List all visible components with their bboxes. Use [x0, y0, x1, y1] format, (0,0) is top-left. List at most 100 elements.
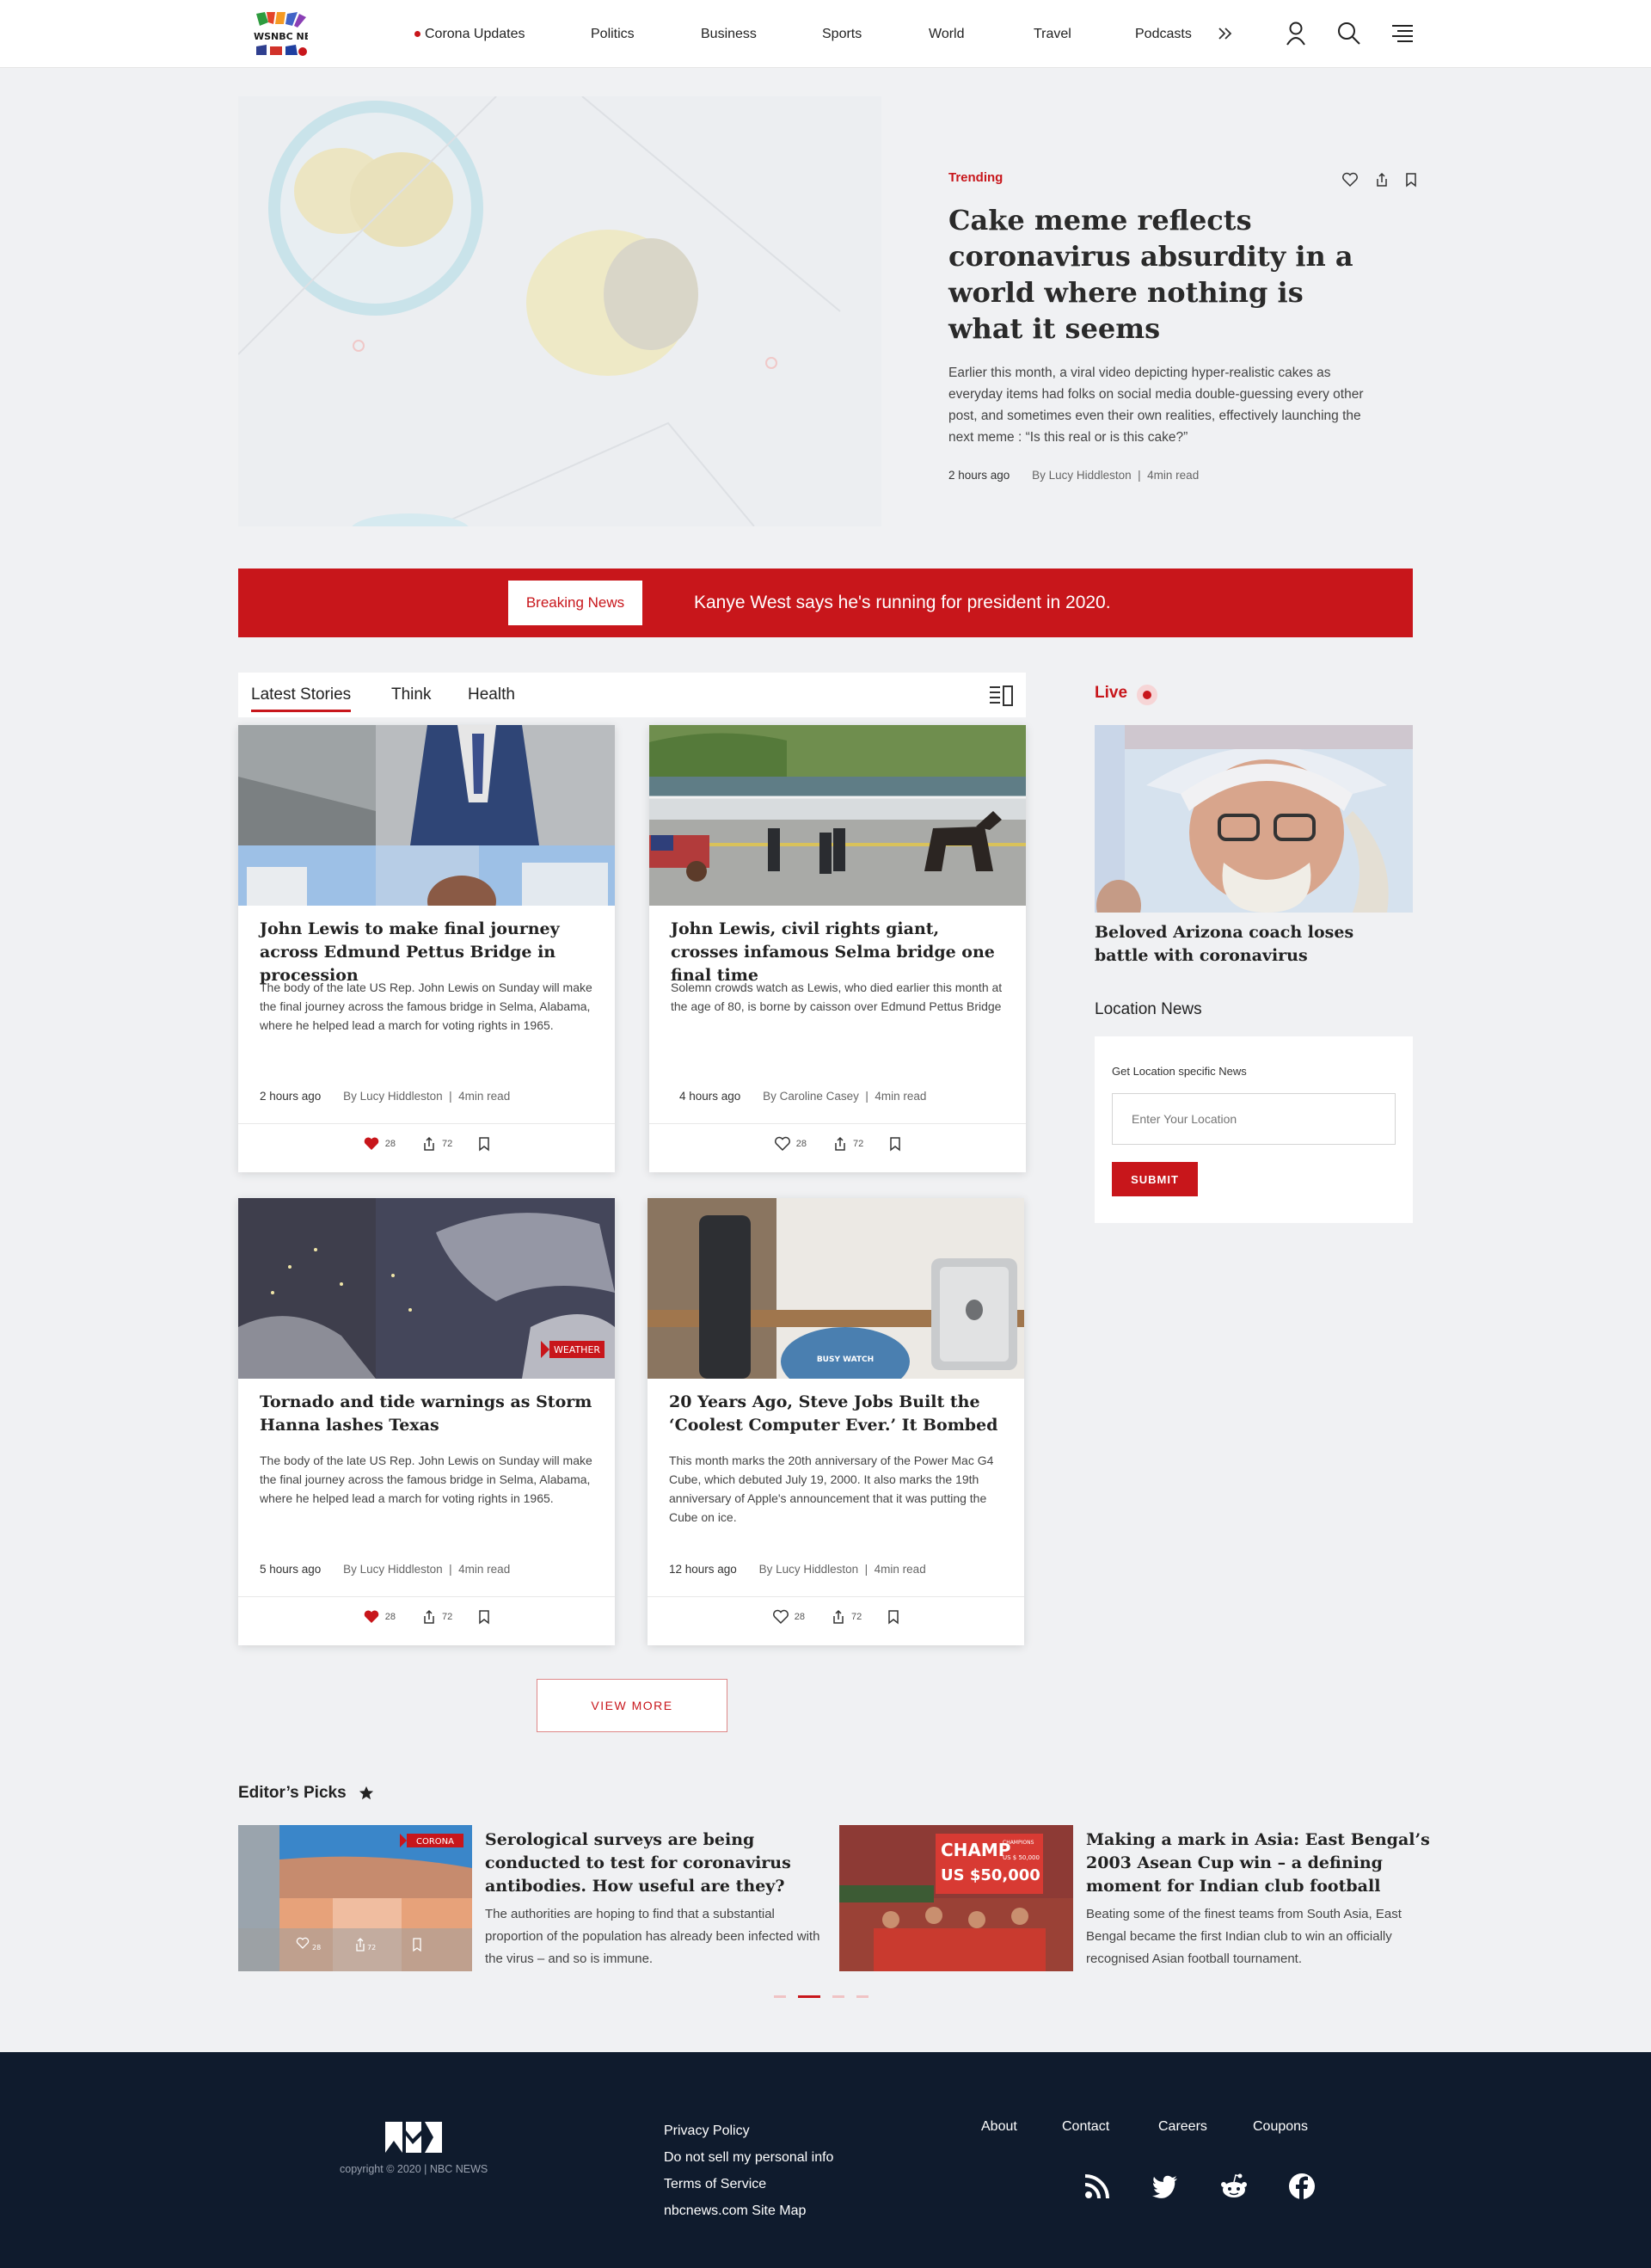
pick-description: The authorities are hoping to find that … — [485, 1907, 820, 1966]
pick-description: Beating some of the finest teams from So… — [1086, 1907, 1402, 1966]
footer-nav-careers[interactable]: Careers — [1158, 2119, 1207, 2135]
pagination-dot[interactable] — [832, 1995, 844, 1998]
banner-text-champ: CHAMP — [941, 1840, 1010, 1860]
bookmark-button[interactable] — [887, 1609, 899, 1625]
story-image[interactable] — [649, 725, 1026, 906]
nav-item-business[interactable]: Business — [701, 27, 757, 42]
pagination-dot-active[interactable] — [798, 1995, 820, 1998]
story-image[interactable]: WEATHER — [238, 1198, 615, 1379]
footer-link-site-map[interactable]: nbcnews.com Site Map — [664, 2197, 833, 2224]
footer-links: Privacy Policy Do not sell my personal i… — [664, 2117, 833, 2224]
like-count: 28 — [384, 1139, 396, 1149]
story-actions: 28 72 — [649, 1136, 1026, 1152]
tab-latest-stories[interactable]: Latest Stories — [251, 685, 352, 712]
live-story-title[interactable]: Beloved Arizona coach loses battle with … — [1095, 921, 1413, 968]
nav-item-politics[interactable]: Politics — [591, 27, 635, 42]
story-title[interactable]: Tornado and tide warnings as Storm Hanna… — [260, 1391, 597, 1437]
story-author[interactable]: By Caroline Casey — [763, 1090, 859, 1103]
share-button[interactable]: 72 — [832, 1136, 863, 1152]
nav-item-podcasts[interactable]: Podcasts — [1135, 27, 1192, 42]
story-card[interactable]: John Lewis to make final journey across … — [238, 725, 615, 1172]
meta-separator: | — [445, 1563, 459, 1576]
nav-item-travel[interactable]: Travel — [1034, 27, 1071, 42]
facebook-icon[interactable] — [1287, 2172, 1317, 2201]
story-card[interactable]: BUSY WATCH 20 Years Ago, Steve Jobs Buil… — [648, 1198, 1024, 1645]
rss-icon[interactable] — [1083, 2172, 1112, 2201]
pagination-dot[interactable] — [774, 1995, 786, 1998]
heart-icon[interactable] — [1341, 172, 1359, 192]
story-actions: 28 72 — [238, 1609, 615, 1625]
story-read-time: 4min read — [458, 1090, 511, 1103]
story-card[interactable]: John Lewis, civil rights giant, crosses … — [649, 725, 1026, 1172]
story-actions: 28 72 — [238, 1136, 615, 1152]
nav-item-corona-updates[interactable]: Corona Updates — [414, 27, 525, 42]
submit-button[interactable]: SUBMIT — [1112, 1162, 1198, 1196]
footer-nav-about[interactable]: About — [981, 2119, 1017, 2135]
bookmark-icon — [888, 1610, 899, 1625]
story-title[interactable]: John Lewis, civil rights giant, crosses … — [671, 918, 1008, 987]
tab-health[interactable]: Health — [468, 685, 515, 704]
bookmark-icon[interactable] — [1405, 172, 1417, 192]
pick-title[interactable]: Serological surveys are being conducted … — [485, 1829, 834, 1898]
footer-nav-contact[interactable]: Contact — [1062, 2119, 1109, 2135]
story-author[interactable]: By Lucy Hiddleston — [343, 1090, 443, 1103]
pagination-dot[interactable] — [856, 1995, 868, 1998]
user-icon[interactable] — [1281, 19, 1310, 48]
trending-tag[interactable]: Trending — [948, 170, 1380, 185]
heart-filled-icon — [364, 1137, 379, 1150]
search-icon[interactable] — [1335, 19, 1364, 48]
live-label[interactable]: Live — [1095, 684, 1127, 703]
like-button[interactable]: 28 — [772, 1609, 805, 1625]
hero-author[interactable]: By Lucy Hiddleston — [1032, 469, 1132, 482]
share-icon[interactable] — [1374, 172, 1390, 192]
bookmark-button[interactable] — [478, 1136, 490, 1152]
pick-image[interactable]: CHAMP US $50,000 US $ 50,000 CHAMPIONS — [839, 1825, 1073, 1971]
pick-image[interactable]: CORONA 28 72 — [238, 1825, 472, 1971]
tab-think[interactable]: Think — [391, 685, 431, 704]
reddit-icon[interactable] — [1219, 2172, 1249, 2201]
live-video-thumbnail[interactable] — [1095, 725, 1413, 913]
site-logo[interactable]: WSNBC NE — [253, 10, 310, 57]
story-description: The body of the late US Rep. John Lewis … — [260, 1454, 592, 1505]
like-button[interactable]: 28 — [363, 1136, 396, 1152]
footer-link-terms[interactable]: Terms of Service — [664, 2171, 833, 2197]
menu-icon[interactable] — [1388, 19, 1417, 48]
like-button[interactable]: 28 — [363, 1609, 396, 1625]
heart-icon — [774, 1136, 790, 1152]
story-image[interactable] — [238, 725, 615, 906]
share-button[interactable]: 72 — [421, 1609, 452, 1625]
story-title[interactable]: John Lewis to make final journey across … — [260, 918, 597, 987]
card-divider — [648, 1596, 1024, 1597]
bookmark-button[interactable] — [478, 1609, 490, 1625]
bookmark-button[interactable] — [889, 1136, 901, 1152]
story-author[interactable]: By Lucy Hiddleston — [759, 1563, 859, 1576]
hero-title[interactable]: Cake meme reflects coronavirus absurdity… — [948, 202, 1380, 347]
story-title[interactable]: 20 Years Ago, Steve Jobs Built the ‘Cool… — [669, 1391, 1006, 1437]
hero-image[interactable] — [238, 96, 881, 526]
twitter-icon[interactable] — [1151, 2172, 1180, 2201]
breaking-news-label[interactable]: Breaking News — [508, 581, 642, 625]
pick-title[interactable]: Making a mark in Asia: East Bengal’s 200… — [1086, 1829, 1435, 1898]
footer-link-privacy-policy[interactable]: Privacy Policy — [664, 2117, 833, 2144]
share-count: 72 — [853, 1139, 864, 1149]
share-button[interactable]: 72 — [831, 1609, 862, 1625]
footer-link-do-not-sell[interactable]: Do not sell my personal info — [664, 2144, 833, 2171]
story-author[interactable]: By Lucy Hiddleston — [343, 1563, 443, 1576]
nav-item-world[interactable]: World — [929, 27, 965, 42]
location-input[interactable] — [1112, 1093, 1396, 1145]
story-image[interactable]: BUSY WATCH — [648, 1198, 1024, 1379]
like-button[interactable]: 28 — [774, 1136, 807, 1152]
nav-item-sports[interactable]: Sports — [822, 27, 862, 42]
layout-toggle-icon[interactable] — [988, 685, 1014, 711]
live-indicator-icon — [1137, 685, 1157, 705]
story-time: 2 hours ago — [260, 1090, 322, 1103]
weather-badge[interactable]: WEATHER — [554, 1344, 600, 1355]
share-button[interactable]: 72 — [421, 1136, 452, 1152]
footer-nav-coupons[interactable]: Coupons — [1253, 2119, 1308, 2135]
footer-logo[interactable] — [384, 2118, 444, 2156]
story-card[interactable]: WEATHER Tornado and tide warnings as Sto… — [238, 1198, 615, 1645]
double-chevron-right-icon[interactable] — [1217, 24, 1234, 43]
corona-badge[interactable]: CORONA — [416, 1837, 454, 1847]
breaking-news-text[interactable]: Kanye West says he's running for preside… — [694, 569, 1111, 637]
view-more-button[interactable]: VIEW MORE — [537, 1679, 727, 1732]
